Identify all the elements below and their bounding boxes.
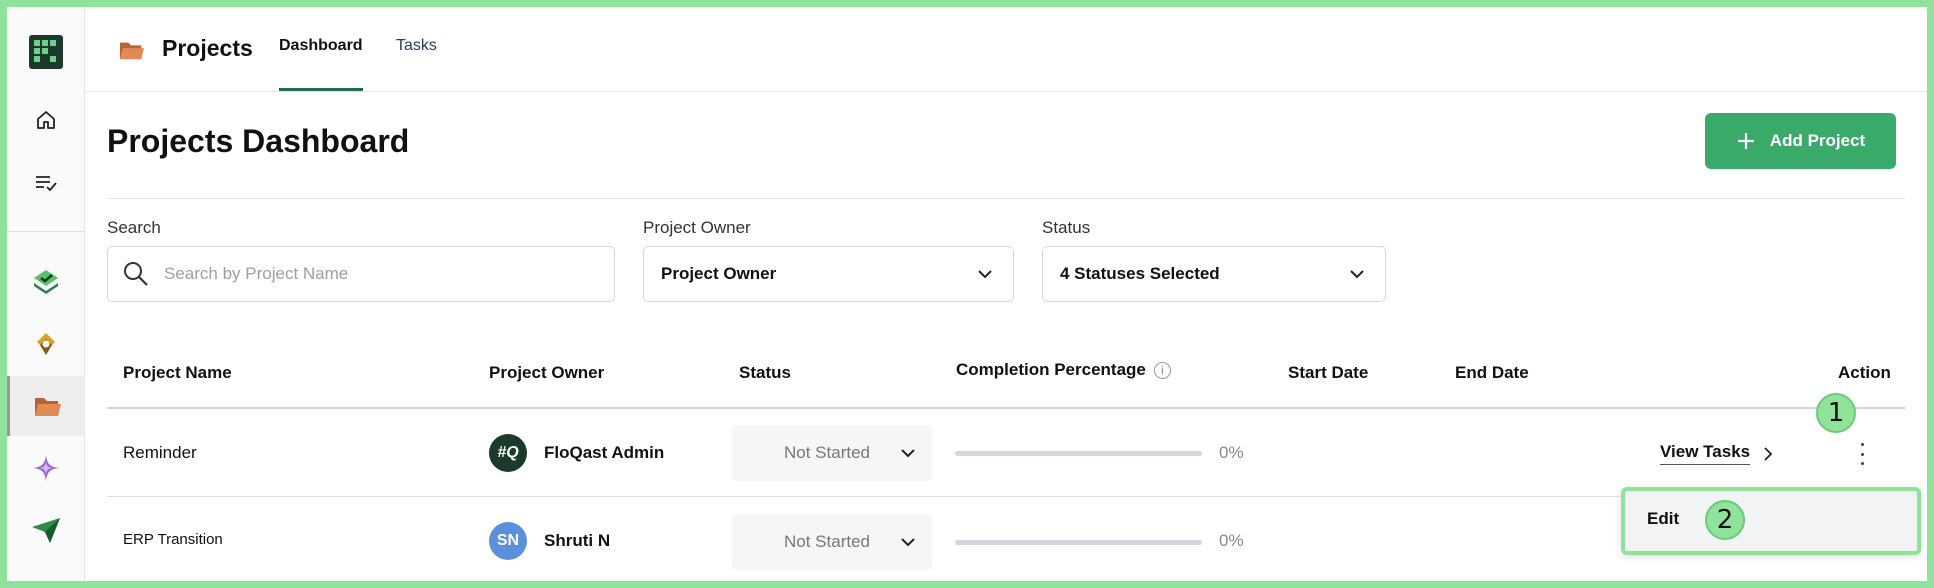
sidebar-item-checkmark-app[interactable] (7, 252, 85, 312)
status-filter-label: Status (1042, 218, 1091, 237)
row-actions-kebab-icon[interactable] (1852, 440, 1872, 468)
sidebar-divider (7, 231, 85, 232)
app-title: Projects (162, 35, 253, 61)
search-icon (124, 262, 148, 286)
completion-progress-bar (955, 540, 1202, 545)
checklist-icon (36, 176, 57, 192)
add-project-button[interactable]: Add Project (1705, 113, 1896, 169)
completion-progress-bar (955, 451, 1202, 456)
sidebar-item-send[interactable] (7, 500, 85, 560)
active-tab-indicator (279, 88, 363, 91)
chevron-down-icon (978, 270, 992, 279)
view-tasks-link[interactable]: View Tasks (1660, 442, 1773, 465)
owner-name: FloQast Admin (544, 443, 665, 462)
column-header-project-name[interactable]: Project Name (123, 363, 232, 383)
chevron-right-icon (1764, 446, 1773, 461)
step-marker-2: 2 (1705, 500, 1745, 540)
completion-percentage: 0% (1219, 531, 1244, 550)
header-divider (107, 198, 1905, 199)
row-action-menu: Edit (1621, 487, 1921, 555)
project-name[interactable]: Reminder (123, 443, 197, 463)
column-header-start-date[interactable]: Start Date (1288, 363, 1368, 383)
topbar: Projects Dashboard Tasks (85, 7, 1927, 92)
paper-plane-icon (32, 518, 60, 543)
owner-name: Shruti N (544, 531, 611, 550)
column-header-completion-label: Completion Percentage (956, 360, 1146, 379)
column-header-project-owner[interactable]: Project Owner (489, 363, 604, 383)
completion-percentage: 0% (1219, 443, 1244, 462)
tab-dashboard[interactable]: Dashboard (279, 37, 363, 55)
add-project-label: Add Project (1769, 131, 1866, 150)
step-marker-1: 1 (1816, 393, 1856, 433)
view-tasks-label: View Tasks (1660, 442, 1751, 465)
sidebar-item-checklist[interactable] (7, 152, 85, 212)
sidebar (7, 7, 85, 581)
sidebar-item-ai[interactable] (7, 438, 85, 498)
info-icon[interactable]: i (1153, 362, 1171, 380)
column-header-completion[interactable]: Completion Percentage i (956, 360, 1171, 380)
folder-icon (120, 42, 144, 60)
column-header-action: Action (1838, 363, 1891, 382)
green-check-stack-icon (34, 270, 58, 294)
menu-item-edit[interactable]: Edit (1647, 509, 1679, 529)
search-input[interactable]: Search by Project Name (107, 246, 615, 302)
status-filter-value: 4 Statuses Selected (1060, 264, 1220, 283)
sidebar-item-projects[interactable] (7, 376, 85, 436)
status-value: Not Started (784, 532, 870, 551)
avatar: SN (489, 522, 527, 560)
search-placeholder: Search by Project Name (164, 264, 349, 283)
chevron-down-icon (901, 449, 915, 458)
owner-filter-select[interactable]: Project Owner (643, 246, 1014, 302)
project-name[interactable]: ERP Transition (123, 531, 223, 548)
chevron-down-icon (1350, 270, 1364, 279)
sidebar-item-home[interactable] (7, 90, 85, 150)
search-label: Search (107, 218, 161, 237)
tab-tasks[interactable]: Tasks (396, 37, 437, 55)
status-select[interactable]: Not Started (732, 514, 932, 570)
owner-filter-label: Project Owner (643, 218, 751, 237)
purple-sparkle-icon (33, 455, 59, 481)
column-header-status[interactable]: Status (739, 363, 791, 383)
avatar: #Q (489, 434, 527, 472)
app-logo-icon[interactable] (29, 35, 63, 69)
chevron-down-icon (901, 538, 915, 547)
table-header-divider (107, 407, 1905, 409)
folder-icon (34, 398, 61, 416)
sidebar-item-reconcile-app[interactable] (7, 314, 85, 374)
status-filter-select[interactable]: 4 Statuses Selected (1042, 246, 1386, 302)
status-select[interactable]: Not Started (732, 425, 932, 481)
home-icon (37, 111, 55, 129)
gold-link-icon (37, 333, 55, 355)
owner-filter-value: Project Owner (661, 264, 777, 283)
status-value: Not Started (784, 443, 870, 462)
column-header-end-date[interactable]: End Date (1455, 363, 1529, 383)
page-title: Projects Dashboard (107, 123, 410, 159)
plus-icon (1737, 133, 1754, 149)
